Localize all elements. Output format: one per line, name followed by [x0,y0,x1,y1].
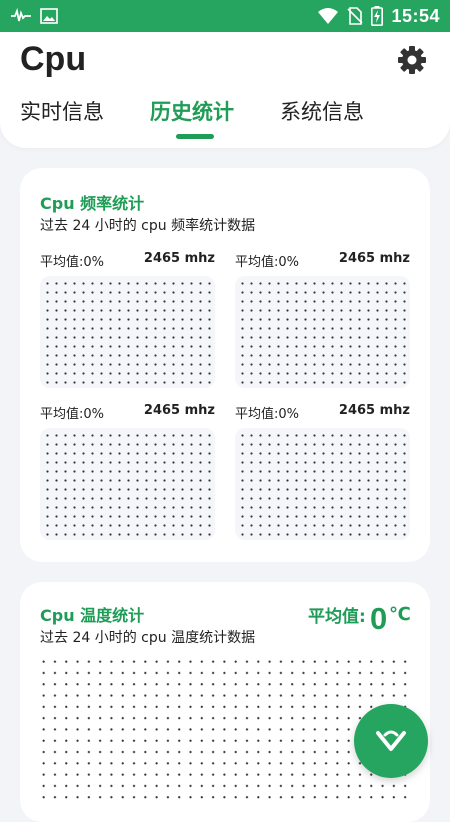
app-header: Cpu 实时信息 历史统计 系统信息 [0,32,450,148]
app-title: Cpu [20,40,87,78]
temperature-avg-value: 0 [370,601,388,636]
battery-charging-icon [371,6,384,26]
floating-action-button[interactable] [354,704,428,778]
frequency-chart [40,276,215,388]
card-title: Cpu 频率统计 [40,194,145,213]
tab-system-info[interactable]: 系统信息 [280,96,364,126]
status-bar: 15:54 [0,0,450,32]
status-time: 15:54 [391,5,440,26]
gear-icon[interactable] [396,44,428,76]
panel-freq-value: 2465 mhz [338,251,410,266]
card-subtitle: 过去 24 小时的 cpu 温度统计数据 [40,630,256,646]
frequency-chart [235,276,410,388]
tab-bar: 实时信息 历史统计 系统信息 [0,96,450,146]
temperature-avg-label: 平均值: [308,607,366,627]
card-subtitle: 过去 24 小时的 cpu 频率统计数据 [40,218,256,234]
panel-avg-label: 平均值:0% [40,407,105,422]
chevron-down-icon [374,727,408,755]
no-sim-icon [347,7,364,25]
image-icon [40,8,58,24]
panel-freq-value: 2465 mhz [143,251,215,266]
panel-freq-value: 2465 mhz [338,403,410,418]
active-tab-indicator [176,134,214,139]
temperature-unit: ℃ [389,604,411,625]
cpu-temperature-card: Cpu 温度统计 过去 24 小时的 cpu 温度统计数据 平均值: 0 ℃ [20,582,430,822]
activity-icon [10,8,32,24]
frequency-chart [40,428,215,540]
frequency-chart [235,428,410,540]
cpu-frequency-card: Cpu 频率统计 过去 24 小时的 cpu 频率统计数据 平均值:0% 246… [20,168,430,562]
wifi-icon [317,7,339,25]
tab-history-stats[interactable]: 历史统计 [150,96,234,126]
panel-freq-value: 2465 mhz [143,403,215,418]
panel-avg-label: 平均值:0% [235,407,300,422]
panel-avg-label: 平均值:0% [235,255,300,270]
card-title: Cpu 温度统计 [40,606,145,625]
panel-avg-label: 平均值:0% [40,255,105,270]
tab-realtime-info[interactable]: 实时信息 [20,96,104,126]
